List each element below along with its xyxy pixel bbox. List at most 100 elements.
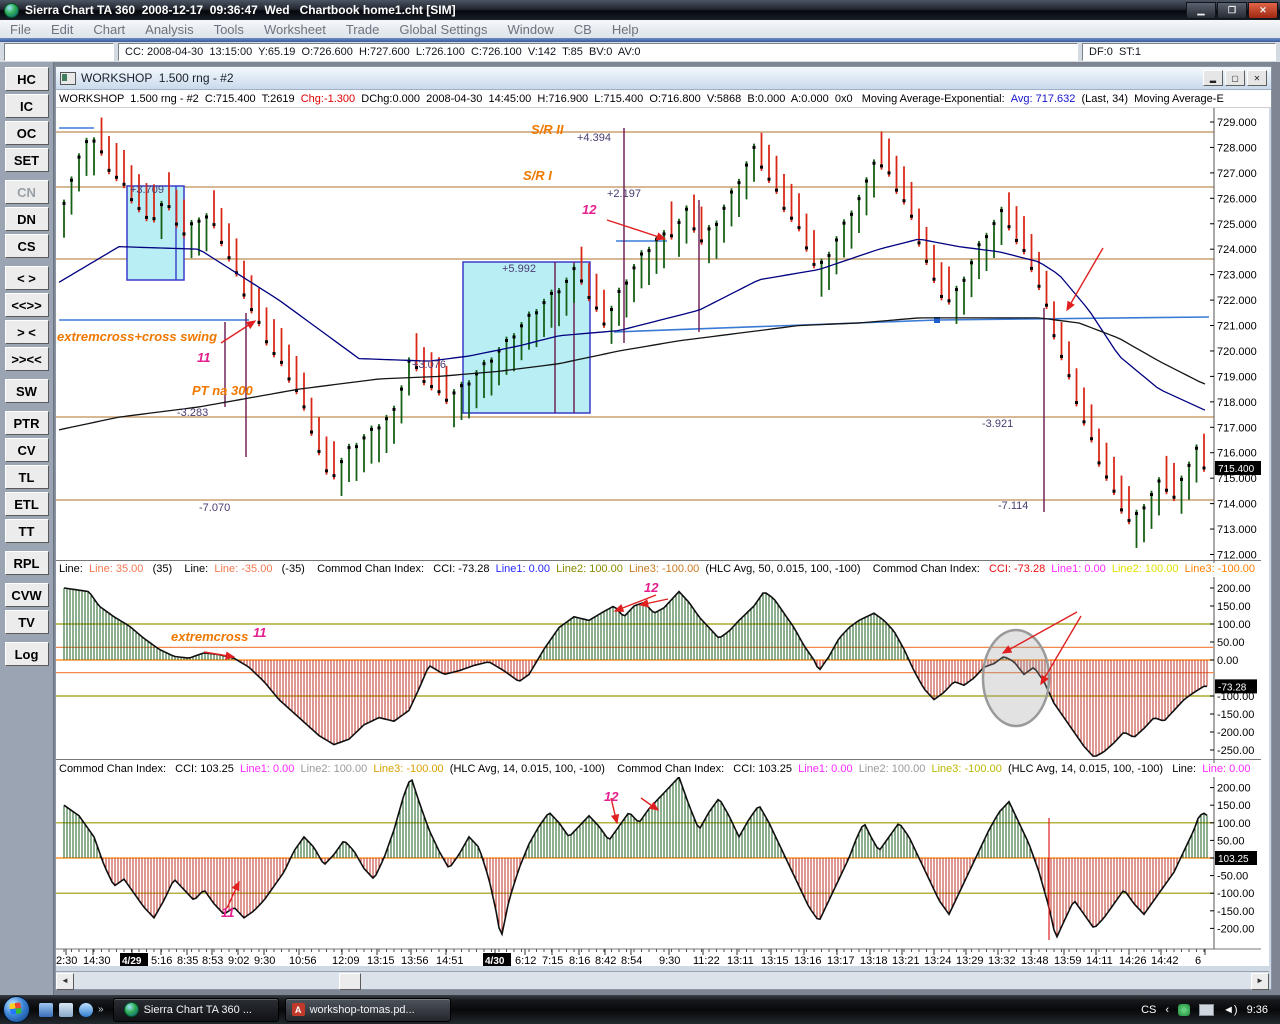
cci1-header-segment: CCI: -73.28 [989, 563, 1051, 575]
chart-header-segment: Chg:-1.300 [301, 93, 355, 105]
menu-item-help[interactable]: Help [602, 21, 649, 38]
annotation-3-283: -3.283 [177, 407, 208, 419]
chart-window-controls: ▂ ▢ ✕ [1201, 70, 1267, 86]
cci1-header-segment: Line3: -100.00 [629, 563, 705, 575]
chart-hscrollbar[interactable]: ◄ ► [56, 971, 1269, 989]
time-label: 13:15 [367, 955, 395, 966]
toolbar-button-tv[interactable]: TV [5, 610, 49, 634]
taskbar-button-label: workshop-tomas.pd... [310, 1004, 415, 1016]
cci-tick: 200.00 [1217, 783, 1251, 795]
chart-body: Line: Line: 35.00 (35) Line: Line: -35.0… [56, 108, 1269, 966]
toolbar-button-cn[interactable]: CN [5, 180, 49, 204]
taskbar-button-workshop-pdf[interactable]: A workshop-tomas.pd... [285, 998, 451, 1022]
cci-tick: -200.00 [1217, 727, 1254, 739]
time-label: 14:30 [83, 955, 111, 966]
language-indicator[interactable]: CS [1141, 1004, 1156, 1016]
tray-chevron-icon[interactable]: ‹ [1165, 1004, 1169, 1016]
cci-tick: 100.00 [1217, 619, 1251, 631]
annotation-12: 12 [644, 580, 659, 595]
cci2-header-segment: (HLC Avg, 14, 0.015, 100, -100) Commod C… [450, 763, 798, 775]
menu-item-chart[interactable]: Chart [83, 21, 135, 38]
chart-window-titlebar[interactable]: WORKSHOP 1.500 rng - #2 ▂ ▢ ✕ [56, 67, 1271, 90]
price-tick: 716.000 [1217, 448, 1257, 460]
chart-header-line: WORKSHOP 1.500 rng - #2 C:715.400 T:2619… [56, 90, 1271, 108]
price-tick: 713.000 [1217, 524, 1257, 536]
toolbar-button-x[interactable]: > < [5, 320, 49, 344]
status-field-flags: DF:0 ST:1 [1082, 43, 1276, 61]
toolbar-button-sw[interactable]: SW [5, 379, 49, 403]
maximize-button[interactable]: ❐ [1217, 2, 1247, 19]
annotation-7-070: -7.070 [199, 502, 230, 514]
price-tick: 718.000 [1217, 397, 1257, 409]
cci2-header-segment: (HLC Avg, 14, 0.015, 100, -100) Line: [1008, 763, 1202, 775]
time-label: 14:42 [1151, 955, 1179, 966]
cci-tick: 150.00 [1217, 601, 1251, 613]
close-button[interactable]: ✕ [1248, 2, 1278, 19]
taskbar-button-sierra-chart[interactable]: Sierra Chart TA 360 ... [113, 998, 279, 1022]
cci-tick: 200.00 [1217, 583, 1251, 595]
time-label: 12:09 [332, 955, 360, 966]
annotation-11: 11 [253, 625, 267, 640]
status-field-quote: CC: 2008-04-30 13:15:00 Y:65.19 O:726.60… [118, 43, 1078, 61]
toolbar-button-ptr[interactable]: PTR [5, 411, 49, 435]
toolbar-button-cs[interactable]: CS [5, 234, 49, 258]
chart-plot-svg[interactable]: 729.000728.000727.000726.000725.000724.0… [56, 108, 1269, 966]
minimize-button[interactable]: ▁ [1186, 2, 1216, 19]
toolbar-button-x[interactable]: < > [5, 266, 49, 290]
menu-item-global-settings[interactable]: Global Settings [389, 21, 497, 38]
network-icon[interactable] [1199, 1004, 1214, 1016]
toolbar-button-rpl[interactable]: RPL [5, 551, 49, 575]
toolbar-button-ic[interactable]: IC [5, 94, 49, 118]
toolbar-button-x[interactable]: <<>> [5, 293, 49, 317]
toolbar-button-log[interactable]: Log [5, 642, 49, 666]
menu-item-window[interactable]: Window [498, 21, 564, 38]
cci1-header-segment: Line1: 0.00 [496, 563, 557, 575]
time-label-highlight: 4/29 [122, 956, 142, 966]
toolbar-button-tt[interactable]: TT [5, 519, 49, 543]
annotation-12: 12 [604, 789, 619, 804]
quick-launch-icon-1[interactable] [39, 1003, 53, 1017]
toolbar-button-x[interactable]: >><< [5, 347, 49, 371]
quick-launch-icon-2[interactable] [59, 1003, 73, 1017]
toolbar-button-oc[interactable]: OC [5, 121, 49, 145]
annotation-2-197: +2.197 [607, 188, 641, 200]
toolbar-button-hc[interactable]: HC [5, 67, 49, 91]
cci-tick: 50.00 [1217, 637, 1245, 649]
menu-item-tools[interactable]: Tools [204, 21, 254, 38]
annotation-extremcross-cross-swing: extremcross+cross swing [57, 329, 217, 344]
toolbar-button-set[interactable]: SET [5, 148, 49, 172]
cci-tick: 100.00 [1217, 818, 1251, 830]
annotation-3-076: +3.076 [412, 359, 446, 371]
cci1-header-segment: Line3: -100.00 [1185, 563, 1255, 575]
menu-item-edit[interactable]: Edit [41, 21, 83, 38]
scroll-left-arrow-icon[interactable]: ◄ [56, 973, 74, 990]
menu-item-worksheet[interactable]: Worksheet [254, 21, 336, 38]
tray-green-app-icon[interactable] [1178, 1004, 1190, 1016]
scroll-thumb[interactable] [339, 973, 361, 990]
menu-item-trade[interactable]: Trade [336, 21, 389, 38]
menu-item-analysis[interactable]: Analysis [135, 21, 203, 38]
cci1-header-segment: Line1: 0.00 [1051, 563, 1112, 575]
volume-icon[interactable]: ◄) [1223, 1004, 1238, 1016]
toolbar-button-etl[interactable]: ETL [5, 492, 49, 516]
time-label: 7:15 [542, 955, 563, 966]
chart-close-button[interactable]: ✕ [1247, 70, 1267, 86]
menu-item-cb[interactable]: CB [564, 21, 602, 38]
annotation-7-114: -7.114 [998, 500, 1028, 512]
toolbar-button-cv[interactable]: CV [5, 438, 49, 462]
time-label: 8:16 [569, 955, 590, 966]
toolbar-button-tl[interactable]: TL [5, 465, 49, 489]
menu-item-file[interactable]: File [0, 21, 41, 38]
chart-restore-button[interactable]: ▢ [1225, 70, 1245, 86]
price-tick: 723.000 [1217, 270, 1257, 282]
start-button[interactable] [3, 996, 30, 1023]
cci-tick: -200.00 [1217, 923, 1254, 935]
scroll-right-arrow-icon[interactable]: ► [1251, 973, 1269, 990]
time-label: 13:56 [401, 955, 429, 966]
quick-launch-icon-3[interactable] [79, 1003, 93, 1017]
quick-launch-overflow-icon[interactable]: » [98, 1004, 104, 1015]
cci1-header-segment: Line2: 100.00 [556, 563, 629, 575]
toolbar-button-cvw[interactable]: CVW [5, 583, 49, 607]
chart-minimize-button[interactable]: ▂ [1203, 70, 1223, 86]
toolbar-button-dn[interactable]: DN [5, 207, 49, 231]
